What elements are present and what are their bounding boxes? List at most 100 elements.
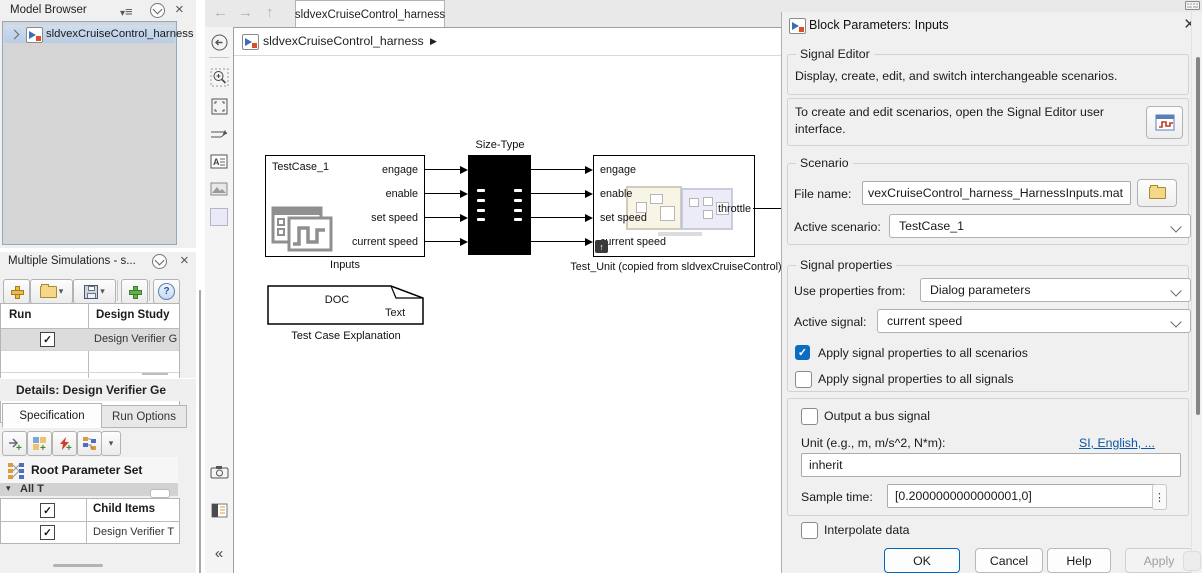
panel-vertical-scrollbar[interactable] <box>199 290 201 573</box>
output-bus-checkbox[interactable] <box>801 408 818 425</box>
interpolate-checkbox[interactable] <box>801 522 818 539</box>
model-browser-menu-icon[interactable]: ▾≡ <box>120 4 133 19</box>
inputs-block[interactable]: TestCase_1 engage enable set speed curre… <box>265 155 425 257</box>
wire-engage-1[interactable] <box>424 169 461 170</box>
output-bus-label[interactable]: Output a bus signal <box>824 409 930 423</box>
run-checkbox[interactable]: ✓ <box>40 332 55 347</box>
breadcrumb-caret-icon[interactable]: ▶ <box>430 36 437 47</box>
apply-all-scenarios-checkbox[interactable]: ✓ <box>795 345 810 360</box>
root-parameter-row[interactable]: Root Parameter Set <box>0 457 178 484</box>
add-block-param-button[interactable]: + <box>27 431 52 456</box>
horizontal-scrollbar[interactable] <box>53 564 103 567</box>
open-button[interactable]: ▾ <box>30 279 73 304</box>
model-browser-close-icon[interactable]: × <box>175 2 184 17</box>
collapsed-row-handle[interactable] <box>150 489 170 498</box>
view-mode-icon <box>82 436 98 452</box>
arrowhead <box>585 190 593 198</box>
zoom-icon[interactable] <box>209 67 229 87</box>
splitter-handle[interactable] <box>142 373 168 375</box>
help-button[interactable]: Help <box>1047 548 1111 573</box>
dialog-resize-grip[interactable] <box>1183 551 1201 571</box>
design-study-cell[interactable]: Design Verifier G <box>94 333 178 345</box>
add-simulation-button[interactable] <box>3 279 30 304</box>
browse-file-button[interactable] <box>1137 179 1177 207</box>
save-button[interactable]: ▾ <box>73 279 116 304</box>
harness-badge[interactable]: ↑ <box>595 240 608 253</box>
breadcrumb[interactable]: sldvexCruiseControl_harness <box>263 34 424 48</box>
view-mode-button[interactable] <box>77 431 102 456</box>
wire-enable-1[interactable] <box>424 193 461 194</box>
active-signal-select[interactable]: current speed <box>877 309 1191 333</box>
screenshot-icon[interactable] <box>209 462 229 482</box>
area-box-icon[interactable] <box>209 207 229 227</box>
model-browser-tree: sldvexCruiseControl_harness <box>2 21 177 245</box>
tree-row-harness[interactable]: sldvexCruiseControl_harness <box>4 25 175 43</box>
file-name-input[interactable]: vexCruiseControl_harness_HarnessInputs.m… <box>862 181 1131 205</box>
collapse-glyph: « <box>215 545 223 562</box>
file-name-label: File name: <box>794 187 851 201</box>
sample-time-kebab-button[interactable]: ⋮ <box>1152 484 1167 510</box>
wire-set-speed-2[interactable] <box>531 217 585 218</box>
cancel-button[interactable]: Cancel <box>975 548 1043 573</box>
help-button-panel[interactable]: ? <box>153 279 180 304</box>
image-icon[interactable] <box>209 179 229 199</box>
wire-current-speed-1[interactable] <box>424 241 461 242</box>
tree-expand-icon[interactable] <box>10 30 20 40</box>
collapse-palette-icon[interactable]: « <box>209 543 229 563</box>
wire-set-speed-1[interactable] <box>424 217 461 218</box>
ok-button[interactable]: OK <box>884 548 960 573</box>
unit-link[interactable]: SI, English, ... <box>1079 436 1155 450</box>
tab-specification[interactable]: Specification <box>2 403 102 428</box>
open-dropdown-icon[interactable]: ▾ <box>59 287 64 296</box>
unit-input[interactable]: inherit <box>801 453 1181 477</box>
annotation-icon[interactable]: A <box>209 151 229 171</box>
add-fault-button[interactable]: + <box>52 431 77 456</box>
multiple-simulations-close-icon[interactable]: × <box>180 253 189 268</box>
dialog-scrollbar-thumb[interactable] <box>1196 57 1200 415</box>
viewmarks-icon[interactable] <box>209 500 229 520</box>
design-verifier-checkbox[interactable]: ✓ <box>40 525 55 540</box>
view-dropdown-icon: ▾ <box>109 439 114 448</box>
inputs-block-label: Inputs <box>305 259 385 271</box>
editor-tab[interactable]: sldvexCruiseControl_harness <box>295 0 445 28</box>
save-dropdown-icon[interactable]: ▾ <box>100 287 105 296</box>
signal-routing-icon[interactable] <box>209 125 229 145</box>
interpolate-label[interactable]: Interpolate data <box>824 523 909 537</box>
forward-icon[interactable]: → <box>238 5 253 20</box>
wire-enable-2[interactable] <box>531 193 585 194</box>
apply-all-signals-checkbox[interactable] <box>795 371 812 388</box>
open-signal-editor-button[interactable] <box>1146 106 1183 139</box>
add-parameter-button[interactable]: + <box>2 431 27 456</box>
size-type-block[interactable] <box>468 155 531 255</box>
apply-all-signals-label[interactable]: Apply signal properties to all signals <box>818 372 1014 386</box>
wire-current-speed-2[interactable] <box>531 241 585 242</box>
chevron-down-icon <box>1170 285 1181 296</box>
child-items-checkbox[interactable]: ✓ <box>40 503 55 518</box>
child-items-table: ✓ Child Items ✓ Design Verifier T <box>0 498 180 544</box>
up-icon[interactable]: ↑ <box>266 5 274 20</box>
active-scenario-select[interactable]: TestCase_1 <box>889 214 1191 238</box>
tab-run-options[interactable]: Run Options <box>101 405 187 428</box>
wire-throttle[interactable] <box>753 208 781 209</box>
tree-item-label[interactable]: sldvexCruiseControl_harness <box>46 28 194 40</box>
keyboard-icon[interactable] <box>1185 1 1200 10</box>
back-icon[interactable]: ← <box>213 5 228 20</box>
add-design-study-button[interactable] <box>121 279 148 304</box>
test-unit-block[interactable]: engage enable set speed current speed th… <box>593 155 755 257</box>
apply-all-scenarios-label[interactable]: Apply signal properties to all scenarios <box>818 346 1028 360</box>
check-icon: ✓ <box>798 346 807 359</box>
add-parameter-icon: + <box>7 436 23 452</box>
hide-browser-icon[interactable] <box>209 32 229 52</box>
fit-to-view-icon[interactable] <box>209 96 229 116</box>
multiple-simulations-minimize-icon[interactable] <box>152 254 167 269</box>
model-browser-minimize-icon[interactable] <box>150 3 165 18</box>
sample-time-input[interactable]: [0.2000000000000001,0] <box>887 484 1165 508</box>
use-properties-select[interactable]: Dialog parameters <box>920 278 1191 302</box>
arrowhead <box>460 214 468 222</box>
simulation-row[interactable]: ✓ Design Verifier G <box>1 329 179 350</box>
child-items-label: Child Items <box>93 503 155 515</box>
scenario-group-label: Scenario <box>796 156 853 170</box>
tab-run-options-label: Run Options <box>112 411 176 423</box>
view-mode-dropdown[interactable]: ▾ <box>101 431 121 456</box>
wire-engage-2[interactable] <box>531 169 585 170</box>
